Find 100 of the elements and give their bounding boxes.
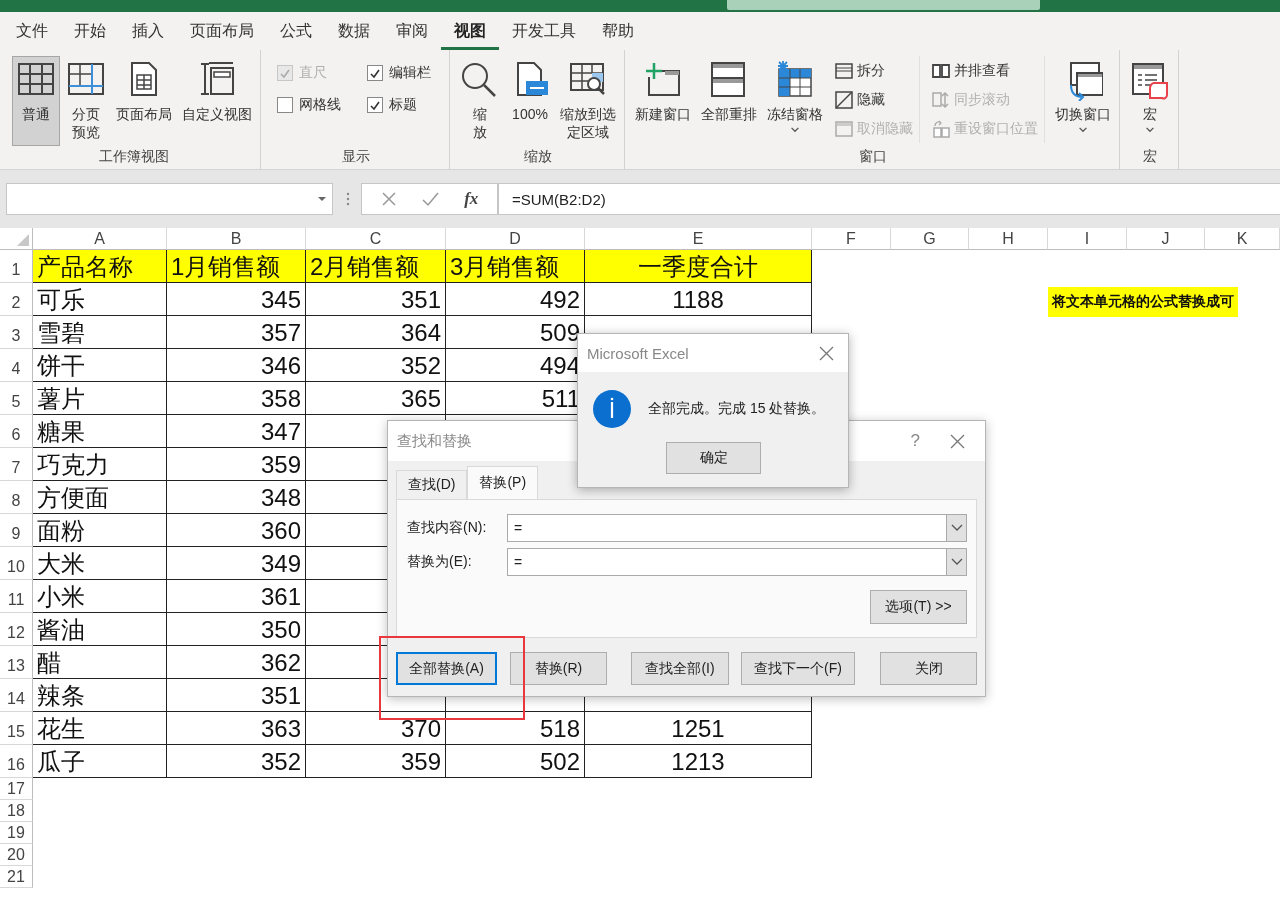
ribbon-button[interactable]: 新建窗口	[631, 56, 695, 138]
table-cell: 349	[260, 550, 301, 578]
close-icon[interactable]	[819, 345, 834, 361]
table-cell: 薯片	[37, 385, 85, 413]
row-header[interactable]: 13	[0, 646, 33, 679]
row-header[interactable]: 9	[0, 514, 33, 547]
menu-tab[interactable]: 数据	[325, 12, 383, 50]
row-header[interactable]: 4	[0, 349, 33, 382]
checkbox[interactable]	[277, 97, 293, 113]
row-header[interactable]: 10	[0, 547, 33, 580]
ribbon-button[interactable]: 并排查看	[932, 58, 1038, 83]
caret-icon[interactable]	[950, 524, 963, 532]
ribbon-button[interactable]: 全部重排	[697, 56, 761, 138]
ribbon-button[interactable]: 切换窗口	[1051, 56, 1115, 138]
ribbon-button[interactable]: 隐藏	[835, 87, 913, 112]
ribbon-button[interactable]: 缩放到选定区域	[556, 56, 620, 138]
cancel-icon[interactable]	[380, 191, 397, 207]
menu-tab[interactable]: 开发工具	[499, 12, 589, 50]
options-button[interactable]: 选项(T) >>	[870, 590, 967, 624]
dialog-button[interactable]: 查找下一个(F)	[741, 652, 855, 685]
row-header[interactable]: 6	[0, 415, 33, 448]
row-header[interactable]: 17	[0, 778, 33, 800]
row-header[interactable]: 19	[0, 822, 33, 844]
dialog-button[interactable]: 关闭	[880, 652, 977, 685]
ribbon-button[interactable]: 普通	[12, 56, 60, 146]
menu-tab[interactable]: 页面布局	[177, 12, 267, 50]
column-header[interactable]: C	[306, 228, 446, 250]
row-header[interactable]: 12	[0, 613, 33, 646]
checkbox[interactable]	[367, 65, 383, 81]
function-button[interactable]: fx	[464, 189, 479, 209]
menu-tab[interactable]: 开始	[61, 12, 119, 50]
column-header[interactable]: G	[891, 228, 969, 250]
dialog-button[interactable]: 替换(R)	[510, 652, 607, 685]
row-header[interactable]: 11	[0, 580, 33, 613]
dialog-title: 查找和替换	[397, 431, 473, 451]
search-field[interactable]	[727, 0, 1040, 10]
caret-icon	[318, 197, 326, 201]
table-cell: 360	[260, 517, 301, 545]
row-header[interactable]: 8	[0, 481, 33, 514]
menu-tab[interactable]: 文件	[3, 12, 61, 50]
table-cell: 365	[400, 385, 441, 413]
ribbon-button[interactable]: 缩放	[456, 56, 504, 138]
group-label: 显示	[341, 147, 371, 166]
column-header[interactable]: H	[969, 228, 1048, 250]
ribbon-button[interactable]: 冻结窗格	[763, 56, 827, 138]
menu-tab[interactable]: 公式	[267, 12, 325, 50]
column-header[interactable]: E	[585, 228, 812, 250]
dialog-button[interactable]: 全部替换(A)	[396, 652, 497, 685]
row-header[interactable]: 16	[0, 745, 33, 778]
formula-field[interactable]: =SUM(B2:D2)	[498, 183, 1280, 215]
ribbon-button[interactable]: 自定义视图	[178, 56, 256, 138]
column-header[interactable]: J	[1127, 228, 1205, 250]
row-header[interactable]: 5	[0, 382, 33, 415]
checkbox[interactable]	[367, 97, 383, 113]
column-header[interactable]: A	[33, 228, 167, 250]
row-header[interactable]: 15	[0, 712, 33, 745]
menu-tab[interactable]: 插入	[119, 12, 177, 50]
table-cell: 362	[260, 649, 301, 677]
table-cell: 饼干	[37, 352, 85, 380]
table-cell: 3月销售额	[450, 253, 560, 281]
group-label: 缩放	[523, 147, 553, 166]
checkbox-option[interactable]: 网格线	[277, 96, 341, 114]
column-header[interactable]: I	[1048, 228, 1127, 250]
ribbon-button[interactable]: 100%	[506, 56, 554, 138]
ribbon-button[interactable]: 分页预览	[62, 56, 110, 138]
dialog-tab[interactable]: 查找(D)	[396, 470, 468, 499]
menu-tab[interactable]: 审阅	[383, 12, 441, 50]
checkbox-option[interactable]: 编辑栏	[367, 64, 431, 82]
macro-icon	[1130, 61, 1170, 101]
column-header[interactable]: K	[1205, 228, 1280, 250]
table-cell: 一季度合计	[638, 253, 758, 281]
menu-tab[interactable]: 帮助	[589, 12, 647, 50]
group-label: 工作簿视图	[98, 147, 170, 166]
ribbon-button[interactable]: 拆分	[835, 58, 913, 83]
row-header[interactable]: 20	[0, 844, 33, 866]
ribbon-button[interactable]: 宏	[1126, 56, 1174, 138]
input-field[interactable]: =	[507, 548, 967, 576]
help-button[interactable]: ?	[910, 431, 920, 451]
row-header[interactable]: 2	[0, 283, 33, 316]
dialog-button[interactable]: 查找全部(I)	[631, 652, 729, 685]
column-header[interactable]: F	[812, 228, 891, 250]
input-field[interactable]: =	[507, 514, 967, 542]
checkbox-option[interactable]: 标题	[367, 96, 431, 114]
table-cell: 363	[260, 715, 301, 743]
column-header[interactable]: D	[446, 228, 585, 250]
hide-icon	[835, 90, 853, 109]
column-header[interactable]: B	[167, 228, 306, 250]
caret-icon[interactable]	[950, 558, 963, 566]
ribbon-button[interactable]: 页面布局	[112, 56, 176, 138]
dialog-tab[interactable]: 替换(P)	[467, 466, 539, 499]
table-cell: 350	[260, 616, 301, 644]
row-header[interactable]: 18	[0, 800, 33, 822]
enter-icon[interactable]	[421, 191, 439, 207]
row-header[interactable]: 7	[0, 448, 33, 481]
close-icon[interactable]	[950, 433, 965, 449]
row-header[interactable]: 14	[0, 679, 33, 712]
table-cell: 小米	[37, 583, 85, 611]
row-header[interactable]: 3	[0, 316, 33, 349]
ok-button[interactable]: 确定	[666, 442, 761, 474]
row-header[interactable]: 21	[0, 866, 33, 888]
